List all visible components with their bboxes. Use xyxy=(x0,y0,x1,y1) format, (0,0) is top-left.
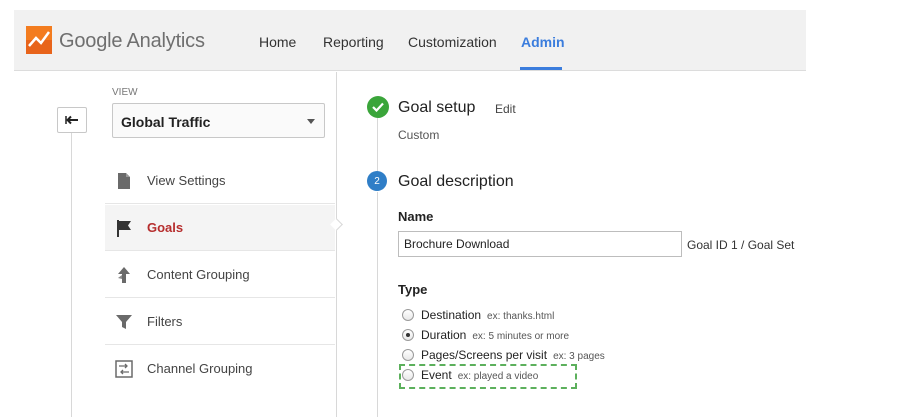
brand-name: Google Analytics xyxy=(59,30,205,52)
back-connector-line xyxy=(71,133,72,417)
view-label: VIEW xyxy=(112,87,138,98)
sidebar-item-label: View Settings xyxy=(147,173,226,188)
sidebar-item-channel-grouping[interactable]: Channel Grouping xyxy=(105,346,335,392)
sidebar-item-view-settings[interactable]: View Settings xyxy=(105,158,335,204)
back-button[interactable] xyxy=(57,107,87,133)
back-arrow-icon xyxy=(65,115,78,125)
radio-example: ex: thanks.html xyxy=(487,311,555,322)
document-icon xyxy=(118,173,130,189)
step-connector-line xyxy=(377,118,378,178)
sidebar-item-label: Filters xyxy=(147,314,183,329)
radio-label: Destination xyxy=(421,308,482,322)
nav-admin[interactable]: Admin xyxy=(521,34,565,50)
goal-setup-value: Custom xyxy=(398,128,440,142)
nav-home[interactable]: Home xyxy=(259,34,296,50)
active-tab-indicator xyxy=(520,67,562,70)
goal-description-heading: Goal description xyxy=(398,173,514,190)
content-grouping-icon xyxy=(118,267,130,283)
event-option-highlight xyxy=(399,364,577,389)
goal-name-label: Name xyxy=(398,209,434,224)
radio-label: Pages/Screens per visit xyxy=(421,348,548,362)
sidebar-item-label: Content Grouping xyxy=(147,267,250,282)
radio-button-selected[interactable] xyxy=(402,329,414,341)
radio-button[interactable] xyxy=(402,309,414,321)
sidebar-item-filters[interactable]: Filters xyxy=(105,299,335,345)
step-connector-line xyxy=(377,192,378,417)
goal-id-text: Goal ID 1 / Goal Set xyxy=(687,238,795,252)
goal-name-input[interactable] xyxy=(398,231,682,257)
sidebar-item-goals[interactable]: Goals xyxy=(105,205,335,251)
sidebar-item-label: Goals xyxy=(147,220,184,235)
radio-button[interactable] xyxy=(402,349,414,361)
nav-reporting[interactable]: Reporting xyxy=(323,34,384,50)
view-selector[interactable]: Global Traffic xyxy=(112,103,325,138)
goal-setup-edit-link[interactable]: Edit xyxy=(495,102,516,116)
step-number-badge: 2 xyxy=(367,171,387,191)
nav-customization[interactable]: Customization xyxy=(408,34,497,50)
goal-setup-heading: Goal setup xyxy=(398,99,476,116)
sidebar-item-label: Channel Grouping xyxy=(147,361,253,376)
radio-label: Duration xyxy=(421,328,467,342)
filter-icon xyxy=(116,315,132,329)
step-complete-check-icon xyxy=(367,96,389,118)
channel-grouping-icon xyxy=(115,360,133,378)
sidebar-item-content-grouping[interactable]: Content Grouping xyxy=(105,252,335,298)
radio-example: ex: 5 minutes or more xyxy=(472,331,570,342)
flag-icon xyxy=(117,220,131,237)
analytics-logo-icon xyxy=(26,26,52,54)
top-bar: Google Analytics Home Reporting Customiz… xyxy=(14,10,806,71)
radio-example: ex: 3 pages xyxy=(553,351,605,362)
goal-type-label: Type xyxy=(398,282,428,297)
panel-divider xyxy=(336,72,337,417)
view-selector-value: Global Traffic xyxy=(121,114,211,130)
chevron-down-icon xyxy=(307,119,315,124)
